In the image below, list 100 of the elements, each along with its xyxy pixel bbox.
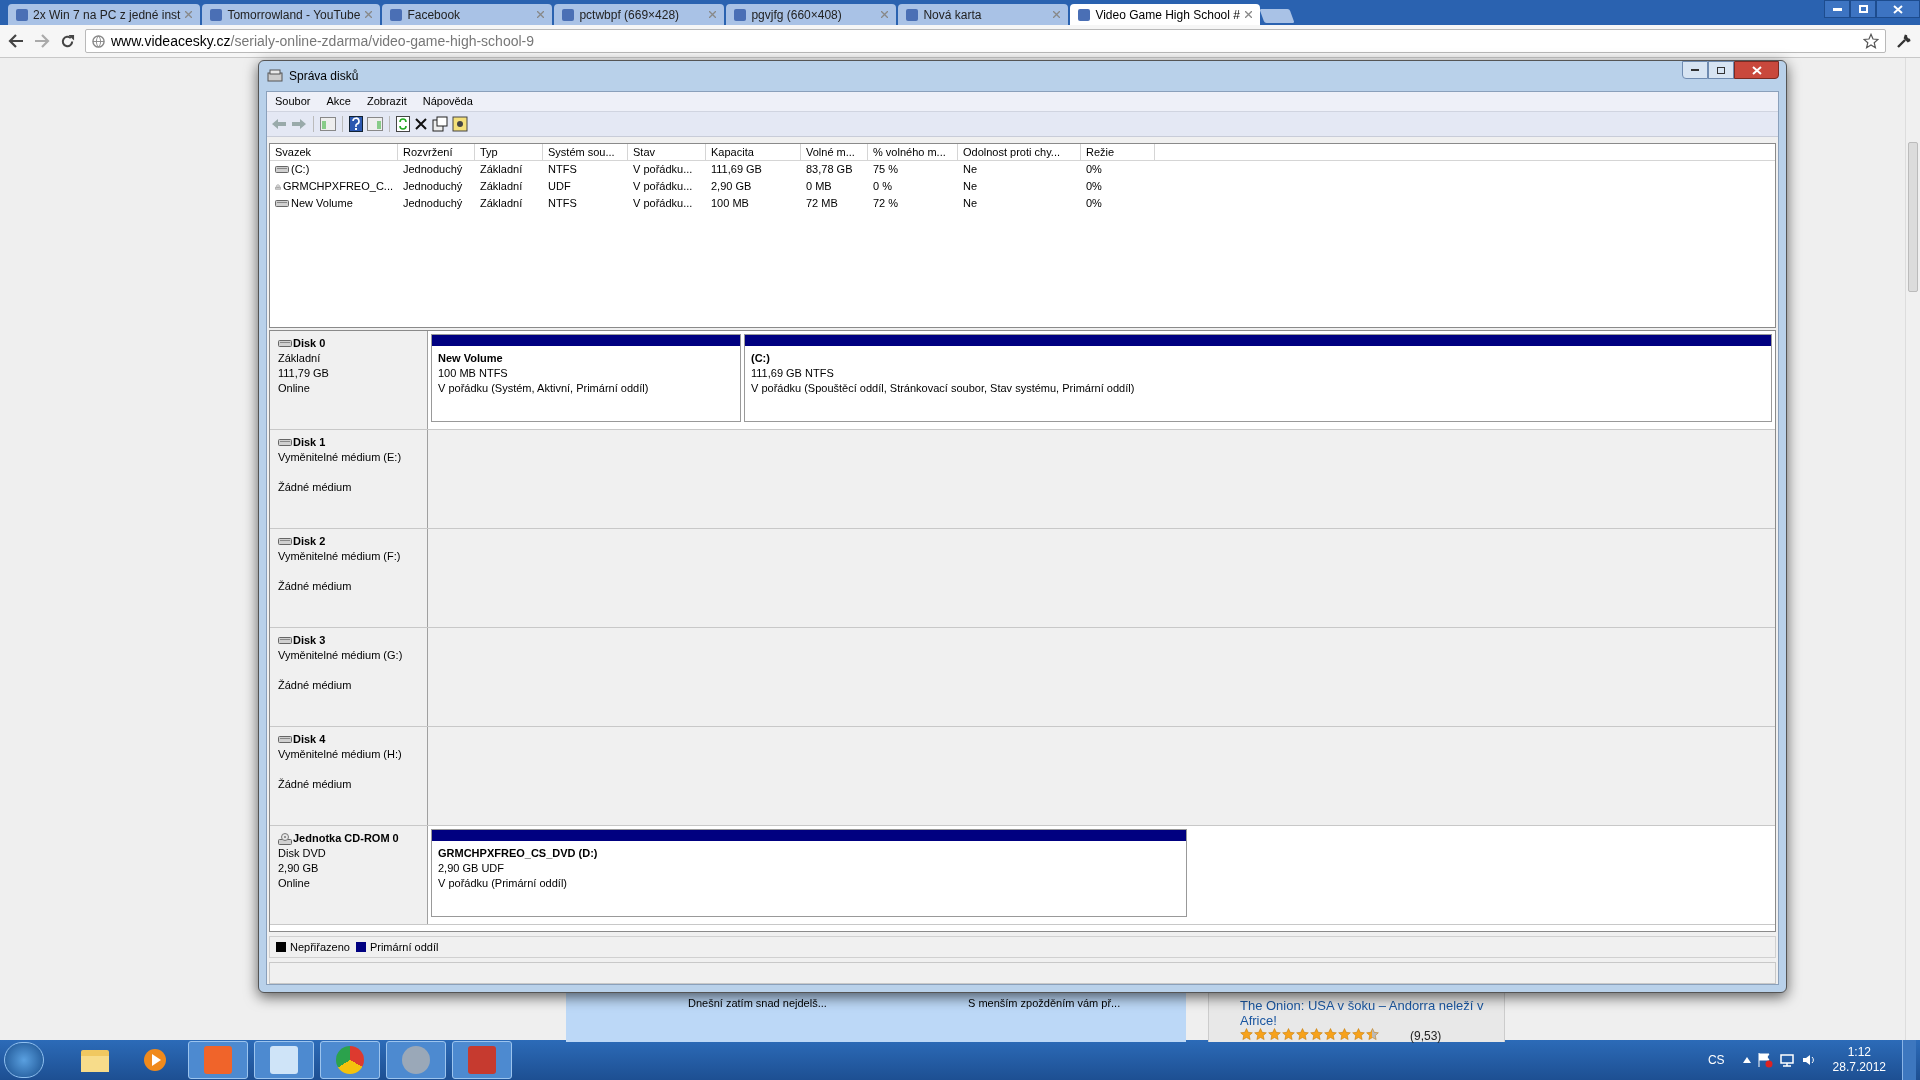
tab-close-icon[interactable] xyxy=(1244,11,1252,18)
tab-title: Facebook xyxy=(407,6,462,24)
legend-label: Nepřiřazeno xyxy=(290,939,350,955)
tab-favicon-icon xyxy=(210,8,223,21)
network-icon[interactable] xyxy=(1778,1052,1795,1068)
article-link[interactable]: The Onion: USA v šoku – Andorra neleží v Africe! xyxy=(1240,998,1500,1028)
column-header[interactable]: % volného m... xyxy=(868,144,958,161)
disk-name: Disk 0 xyxy=(293,336,326,351)
url-text: www.videacesky.cz/serialy-online-zdarma/video-game-high-school-9 xyxy=(111,31,535,51)
partition-block[interactable]: GRMCHPXFREO_CS_DVD (D:) 2,90 GB UDF V pořádku (Primární oddíl) xyxy=(431,829,1187,917)
disk-type: Vyměnitelné médium (G:) xyxy=(278,648,404,663)
disk-name: Disk 1 xyxy=(293,435,326,450)
disk-type: Vyměnitelné médium (F:) xyxy=(278,549,402,564)
table-cell-text: 72 MB xyxy=(806,196,838,212)
reload-icon[interactable] xyxy=(60,33,75,49)
video-caption: Dnešní zatím snad nejdelš... xyxy=(688,996,827,1011)
table-cell-text: Jednoduchý xyxy=(403,162,463,178)
properties-icon[interactable] xyxy=(432,116,448,132)
disk-type: Vyměnitelné médium (H:) xyxy=(278,747,403,762)
browser-tab[interactable]: pctwbpf (669×428) xyxy=(554,4,725,25)
partition-size: 100 MB NTFS xyxy=(438,366,509,381)
disk-label-panel[interactable]: Disk 3 Vyměnitelné médium (G:) Žádné médium xyxy=(270,628,428,726)
wrench-icon[interactable] xyxy=(1896,33,1912,49)
star-icon xyxy=(1268,1028,1281,1041)
browser-tab[interactable]: Tomorrowland - YouTube xyxy=(202,4,381,25)
maximize-button[interactable] xyxy=(1708,61,1734,79)
help-icon[interactable] xyxy=(349,116,363,132)
browser-tab[interactable]: 2x Win 7 na PC z jedné inst xyxy=(8,4,201,25)
flag-icon[interactable] xyxy=(1756,1052,1773,1068)
address-field[interactable]: www.videacesky.cz/serialy-online-zdarma/video-game-high-school-9 xyxy=(85,29,1886,53)
disk-name: Jednotka CD-ROM 0 xyxy=(293,831,399,846)
taskbar-app-button[interactable] xyxy=(320,1041,380,1079)
language-indicator[interactable]: CS xyxy=(1707,1051,1725,1069)
table-cell-text: 75 % xyxy=(873,162,899,178)
disk-type: Základní xyxy=(278,351,322,366)
menu-item[interactable]: Zobrazit xyxy=(366,93,407,110)
volume-icon[interactable] xyxy=(1800,1052,1817,1068)
disk-status: Žádné médium xyxy=(278,579,353,594)
column-header[interactable]: Stav xyxy=(628,144,706,161)
disk-label-panel[interactable]: Disk 1 Vyměnitelné médium (E:) Žádné médium xyxy=(270,430,428,528)
table-cell-text: 0% xyxy=(1086,196,1102,212)
taskbar-app-button[interactable] xyxy=(254,1041,314,1079)
close-button[interactable] xyxy=(1876,0,1920,18)
rating-value: (9,53) xyxy=(1410,1028,1442,1045)
back-icon[interactable] xyxy=(8,34,24,48)
disk-label-panel[interactable]: Disk 0 Základní 111,79 GB Online xyxy=(270,331,428,429)
star-icon xyxy=(1324,1028,1337,1041)
partition-block[interactable]: (C:) 111,69 GB NTFS V pořádku (Spouštěcí oddíl, Stránkovací soubor, Stav systému, Primární oddíl) xyxy=(744,334,1772,422)
taskbar-app-button[interactable] xyxy=(452,1041,512,1079)
caret-icon[interactable] xyxy=(1742,1057,1751,1063)
partition-block[interactable]: New Volume 100 MB NTFS V pořádku (Systém, Aktivní, Primární oddíl) xyxy=(431,334,741,422)
star-bookmark-icon[interactable] xyxy=(1863,33,1879,49)
disk-label-panel[interactable]: Disk 2 Vyměnitelné médium (F:) Žádné médium xyxy=(270,529,428,627)
drive-icon xyxy=(275,199,289,208)
tab-favicon-icon xyxy=(734,8,747,21)
drive-icon xyxy=(278,735,292,744)
disk-label-panel[interactable]: Jednotka CD-ROM 0 Disk DVD 2,90 GB Online xyxy=(270,826,428,924)
panel-icon[interactable] xyxy=(320,117,336,131)
table-cell-text: Základní xyxy=(480,162,523,178)
minimize-button[interactable] xyxy=(1824,0,1850,18)
delete-icon[interactable] xyxy=(414,117,428,131)
table-cell-text: UDF xyxy=(548,179,571,195)
maximize-button[interactable] xyxy=(1850,0,1876,18)
table-cell-text: 2,90 GB xyxy=(711,179,752,195)
optical-drive-icon xyxy=(278,832,292,845)
minimize-button[interactable] xyxy=(1682,61,1708,79)
clock[interactable]: 1:12 28.7.2012 xyxy=(1822,1045,1896,1075)
column-header[interactable]: Systém sou... xyxy=(543,144,628,161)
column-header[interactable]: Svazek xyxy=(270,144,398,161)
disk-size: 111,79 GB xyxy=(278,366,330,381)
menu-item[interactable]: Soubor xyxy=(275,93,311,110)
disk-size: 2,90 GB xyxy=(278,861,320,876)
settings-icon[interactable] xyxy=(452,116,468,132)
column-header[interactable]: Volné m... xyxy=(801,144,868,161)
browser-tab[interactable]: Nová karta xyxy=(898,4,1069,25)
table-cell-text: GRMCHPXFREO_C... xyxy=(283,179,393,195)
column-header[interactable]: Typ xyxy=(475,144,543,161)
partition-name: GRMCHPXFREO_CS_DVD (D:) xyxy=(438,846,599,861)
column-header[interactable]: Režie xyxy=(1081,144,1155,161)
table-cell-text: Jednoduchý xyxy=(403,179,463,195)
browser-tab[interactable]: Video Game High School # xyxy=(1070,4,1260,25)
star-icon xyxy=(1310,1028,1323,1041)
browser-tab[interactable]: pgvjfg (660×408) xyxy=(726,4,897,25)
start-button[interactable] xyxy=(4,1042,44,1078)
refresh-icon[interactable] xyxy=(396,116,410,132)
menu-item[interactable]: Nápověda xyxy=(422,93,473,110)
column-header[interactable]: Odolnost proti chy... xyxy=(958,144,1081,161)
column-header[interactable]: Rozvržení xyxy=(398,144,475,161)
table-cell-text: Ne xyxy=(963,162,978,178)
table-cell-text: 100 MB xyxy=(711,196,749,212)
menu-item[interactable]: Akce xyxy=(326,93,351,110)
close-button[interactable] xyxy=(1734,61,1779,79)
table-cell-text: 0% xyxy=(1086,179,1102,195)
tab-favicon-icon xyxy=(390,8,403,21)
column-header[interactable]: Kapacita xyxy=(706,144,801,161)
disk-label-panel[interactable]: Disk 4 Vyměnitelné médium (H:) Žádné médium xyxy=(270,727,428,825)
table-cell-text: (C:) xyxy=(291,162,310,178)
page-scrollbar[interactable] xyxy=(1905,58,1920,1040)
browser-tab[interactable]: Facebook xyxy=(382,4,553,25)
new-tab-button[interactable] xyxy=(1259,9,1295,23)
